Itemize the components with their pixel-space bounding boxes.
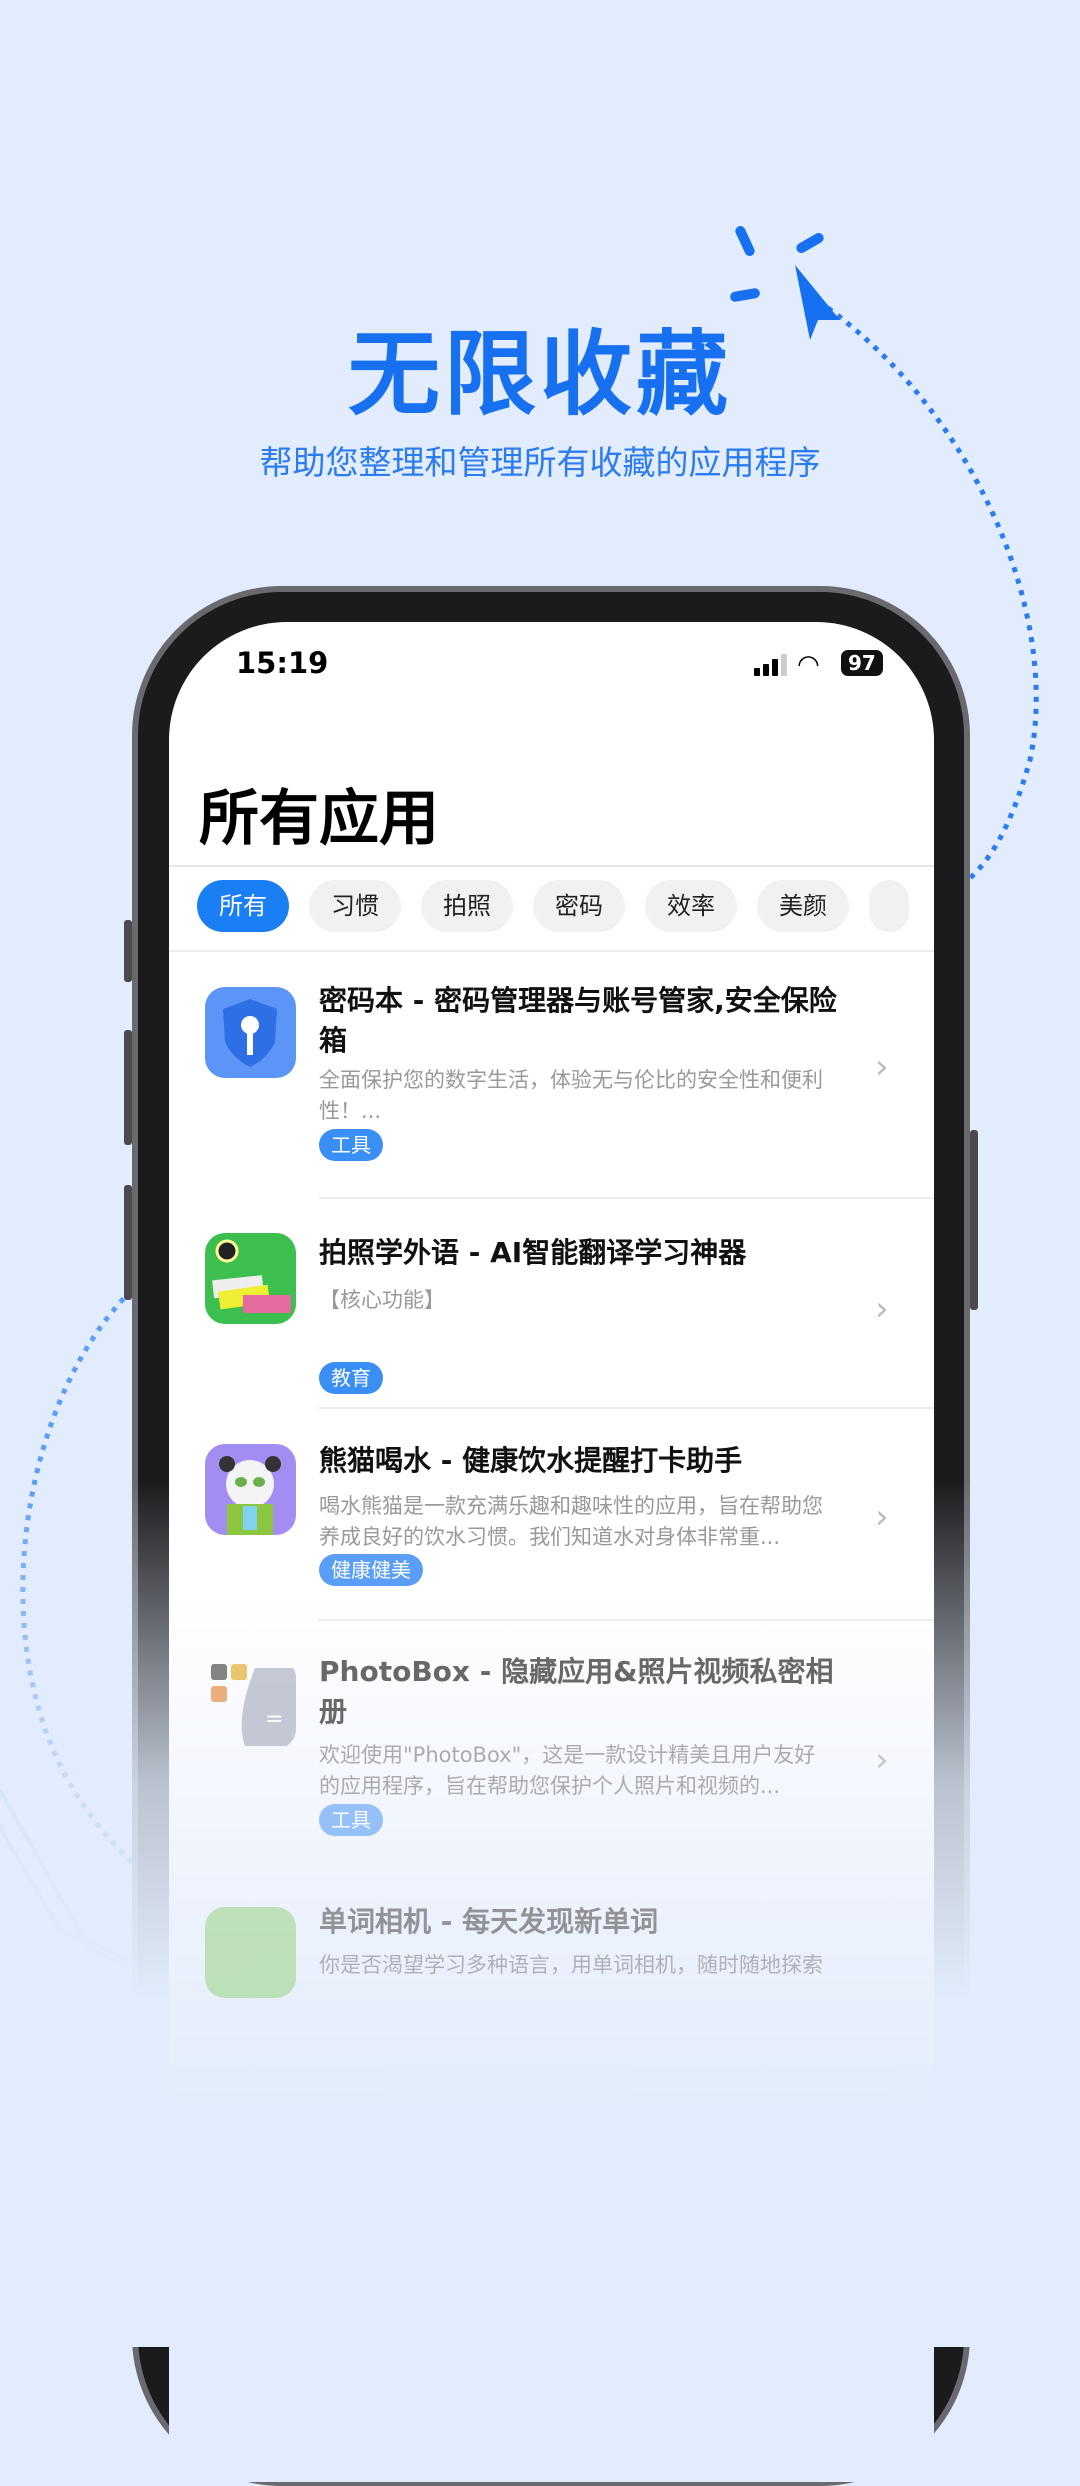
photo-language-app-icon — [205, 1233, 296, 1324]
status-time: 15:19 — [236, 646, 329, 680]
divider — [319, 1619, 934, 1621]
chip-password[interactable]: 密码 — [533, 880, 625, 932]
category-tag: 健康健美 — [319, 1554, 423, 1586]
chip-beauty[interactable]: 美颜 — [757, 880, 849, 932]
app-title: 密码本 - 密码管理器与账号管家,安全保险箱 — [319, 984, 837, 1057]
chevron-right-icon: › — [875, 1497, 889, 1537]
phone-screen: 15:19 ◠ 97 所有应用 所有 习惯 拍照 密码 效率 美颜 密码本 - … — [169, 622, 934, 2482]
panda-water-app-icon — [205, 1444, 296, 1535]
wifi-icon: ◠ — [797, 650, 820, 680]
word-camera-app-icon — [205, 1907, 296, 1998]
chevron-right-icon: › — [875, 1047, 889, 1087]
chip-efficiency[interactable]: 效率 — [645, 880, 737, 932]
hero-subtitle: 帮助您整理和管理所有收藏的应用程序 — [259, 443, 821, 482]
app-title: 拍照学外语 - AI智能翻译学习神器 — [319, 1236, 747, 1269]
chip-habit[interactable]: 习惯 — [309, 880, 401, 932]
phone-power-button — [970, 1130, 978, 1310]
chip-more[interactable] — [869, 880, 909, 932]
divider — [319, 1197, 934, 1199]
app-title: 熊猫喝水 - 健康饮水提醒打卡助手 — [319, 1444, 743, 1477]
svg-text:=: = — [265, 1707, 283, 1732]
divider — [319, 1407, 934, 1409]
chip-all[interactable]: 所有 — [197, 880, 289, 932]
app-title: PhotoBox - 隐藏应用&照片视频私密相册 — [319, 1655, 834, 1728]
divider — [169, 865, 934, 867]
phone-side-button — [124, 1185, 132, 1300]
chip-photo[interactable]: 拍照 — [421, 880, 513, 932]
divider — [169, 950, 934, 952]
password-app-icon — [205, 987, 296, 1078]
phone-side-button — [124, 920, 132, 982]
app-description: 你是否渴望学习多种语言，用单词相机，随时随地探索 — [319, 1953, 823, 1977]
battery-icon: 97 — [841, 650, 883, 676]
photobox-app-icon: = — [205, 1658, 296, 1749]
category-tag: 工具 — [319, 1804, 383, 1836]
category-tag: 教育 — [319, 1362, 383, 1394]
chevron-right-icon: › — [875, 1740, 889, 1780]
app-description: 全面保护您的数字生活，体验无与伦比的安全性和便利性！... — [319, 1068, 823, 1123]
phone-side-button — [124, 1030, 132, 1145]
app-description: 【核心功能】 — [319, 1288, 445, 1312]
page-title: 所有应用 — [199, 784, 439, 854]
signal-icon — [754, 654, 787, 676]
hero-title: 无限收藏 — [347, 321, 732, 428]
category-filter: 所有 习惯 拍照 密码 效率 美颜 — [197, 880, 909, 932]
status-bar: 15:19 ◠ 97 — [169, 646, 934, 686]
app-description: 喝水熊猫是一款充满乐趣和趣味性的应用，旨在帮助您养成良好的饮水习惯。我们知道水对… — [319, 1494, 823, 1549]
app-description: 欢迎使用"PhotoBox"，这是一款设计精美且用户友好的应用程序，旨在帮助您保… — [319, 1743, 816, 1798]
chevron-right-icon: › — [875, 1289, 889, 1329]
category-tag: 工具 — [319, 1129, 383, 1161]
app-title: 单词相机 - 每天发现新单词 — [319, 1905, 659, 1938]
